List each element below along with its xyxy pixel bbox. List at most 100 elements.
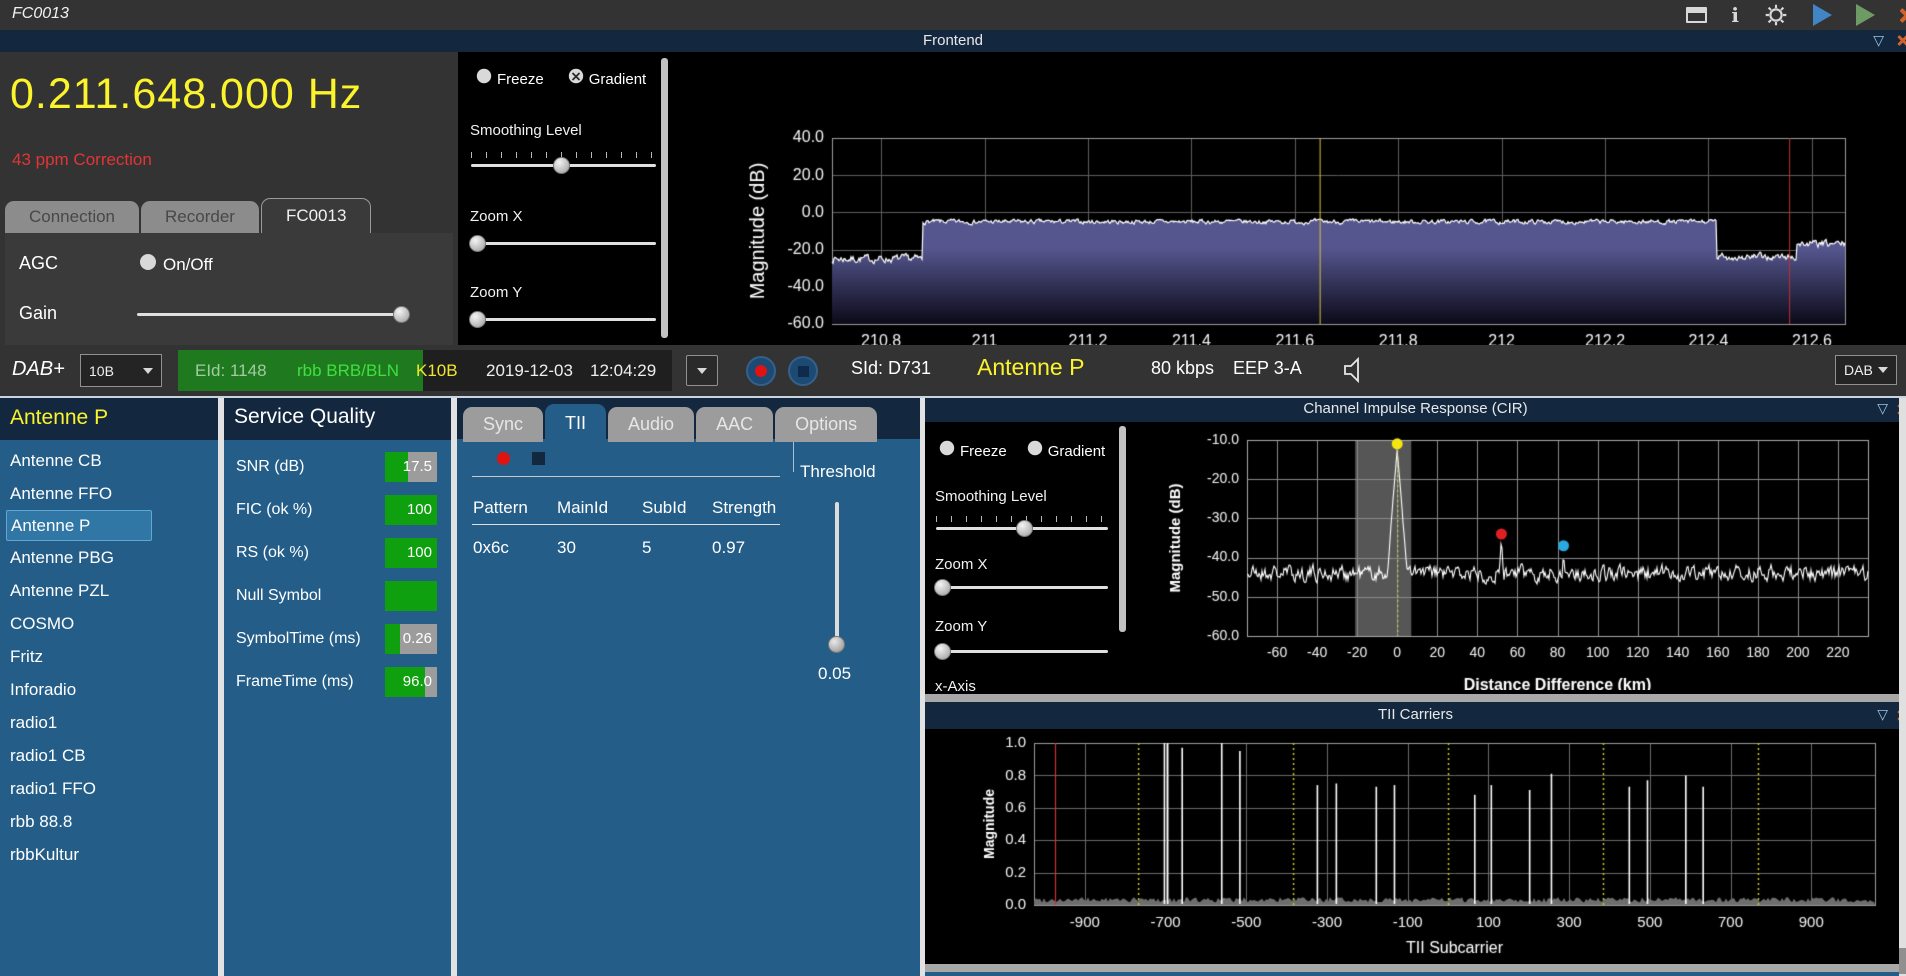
quality-bar [385,581,437,611]
smoothing-slider[interactable] [936,520,1108,537]
output-mode-dropdown[interactable]: DAB [1835,355,1897,385]
freeze-radio[interactable] [476,68,492,84]
gain-slider-thumb[interactable] [393,306,410,323]
list-item-selected[interactable]: Antenne P [6,510,152,541]
gain-slider[interactable] [137,306,410,323]
cir-plot[interactable] [1130,422,1906,690]
zoom-x-slider-thumb[interactable] [934,579,951,596]
selected-service-header: Antenne P [10,406,109,429]
zoom-y-slider-thumb[interactable] [934,643,951,660]
list-item[interactable]: Antenne PZL [0,574,218,607]
list-item[interactable]: Antenne FFO [0,477,218,510]
gradient-radio[interactable] [568,68,583,84]
list-item[interactable]: Antenne PBG [0,541,218,574]
list-item[interactable]: rbbKultur [0,838,218,871]
quality-bar: 100 [385,538,437,568]
agc-option-label: On/Off [163,255,213,274]
record-button[interactable] [746,356,776,386]
current-service-name: Antenne P [977,354,1085,380]
threshold-slider[interactable] [828,502,845,653]
table-cell-subid: 5 [642,538,652,557]
speaker-icon[interactable] [1340,355,1370,385]
close-icon[interactable] [1899,8,1906,23]
window-layout-icon[interactable] [1686,7,1708,23]
tab-sync[interactable]: Sync [463,407,544,442]
play-all-icon[interactable] [1856,4,1875,26]
zoom-y-slider[interactable] [469,311,656,328]
scrollbar-thumb[interactable] [1899,948,1906,974]
list-item[interactable]: radio1 CB [0,739,218,772]
decoder-tabs: Sync TII Audio AAC Options [463,404,879,442]
quality-label: RS (ok %) [236,544,309,561]
panel-edge [925,972,1906,976]
zoom-x-slider[interactable] [469,235,656,252]
controls-scrollbar[interactable] [661,58,668,338]
threshold-slider-thumb[interactable] [828,636,845,653]
list-item[interactable]: radio1 [0,706,218,739]
channel-dropdown[interactable]: 10B [80,354,162,387]
zoom-y-label: Zoom Y [935,618,988,635]
list-item[interactable]: radio1 FFO [0,772,218,805]
agc-radio[interactable] [140,254,156,270]
ensemble-id: EId: 1148 [195,361,267,380]
close-panel-icon[interactable] [1897,35,1906,46]
frequency-display: 0.211.648.000 Hz [10,70,363,118]
fc0013-tab-page: AGC On/Off Gain [5,233,453,345]
quality-bar: 0.26 [385,624,437,654]
zoom-y-slider-thumb[interactable] [469,311,486,328]
quality-label: FrameTime (ms) [236,673,354,690]
threshold-value: 0.05 [818,664,852,683]
chevron-down-icon [1878,367,1888,373]
service-quality-title: Service Quality [234,405,376,428]
smoothing-slider-thumb[interactable] [553,157,570,174]
tab-recorder[interactable]: Recorder [141,201,259,233]
zoom-x-slider[interactable] [934,579,1108,596]
smoothing-slider[interactable] [471,157,656,174]
stop-button[interactable] [788,356,818,386]
tab-audio[interactable]: Audio [608,407,695,442]
frontend-tabs: Connection Recorder FC0013 [5,198,373,233]
tab-aac[interactable]: AAC [696,407,774,442]
freeze-radio[interactable] [939,440,955,456]
tab-fc0013[interactable]: FC0013 [260,198,372,233]
tab-options[interactable]: Options [775,407,878,442]
quality-bar: 17.5 [385,452,437,482]
column-header-subid: SubId [642,498,687,517]
zoom-x-slider-thumb[interactable] [469,235,486,252]
list-item[interactable]: COSMO [0,607,218,640]
list-item[interactable]: Fritz [0,640,218,673]
threshold-label: Threshold [800,462,876,481]
play-icon[interactable] [1813,4,1832,26]
vertical-scrollbar[interactable] [1899,398,1906,976]
horizontal-scrollbar[interactable] [925,694,1906,702]
list-item[interactable]: Inforadio [0,673,218,706]
protection-label: EEP 3-A [1233,358,1302,378]
quality-value: 96.0 [402,673,432,690]
dab-mode-label: DAB+ [12,358,65,380]
service-quality-header: Service Quality [224,398,451,440]
tab-tii[interactable]: TII [545,404,607,442]
main-area: Antenne P Antenne CB Antenne FFO Antenne… [0,396,1906,976]
list-item[interactable]: rbb 88.8 [0,805,218,838]
ensemble-dropdown-button[interactable] [686,355,718,386]
tii-carriers-plot[interactable] [925,729,1906,964]
chevron-down-icon [697,367,707,374]
zoom-y-slider[interactable] [934,643,1108,660]
collapse-icon[interactable]: ▽ [1877,706,1888,723]
collapse-icon[interactable]: ▽ [1877,400,1888,417]
list-item[interactable]: Antenne CB [0,444,218,477]
gear-icon[interactable] [1763,2,1789,28]
collapse-icon[interactable]: ▽ [1873,32,1884,49]
info-icon[interactable]: i [1731,5,1739,25]
smoothing-slider-thumb[interactable] [1016,520,1033,537]
horizontal-scrollbar[interactable] [925,964,1906,972]
divider [793,439,794,472]
controls-scrollbar[interactable] [1119,426,1126,632]
quality-row: SNR (dB) 17.5 [224,448,451,491]
tab-connection[interactable]: Connection [5,201,140,233]
zoom-x-label: Zoom X [935,556,988,573]
decoder-panel: Sync TII Audio AAC Options Pattern MainI… [457,398,920,976]
frontend-panel-header: Frontend ▽ [0,30,1906,52]
gradient-label: Gradient [588,71,647,88]
gradient-radio[interactable] [1027,440,1042,456]
